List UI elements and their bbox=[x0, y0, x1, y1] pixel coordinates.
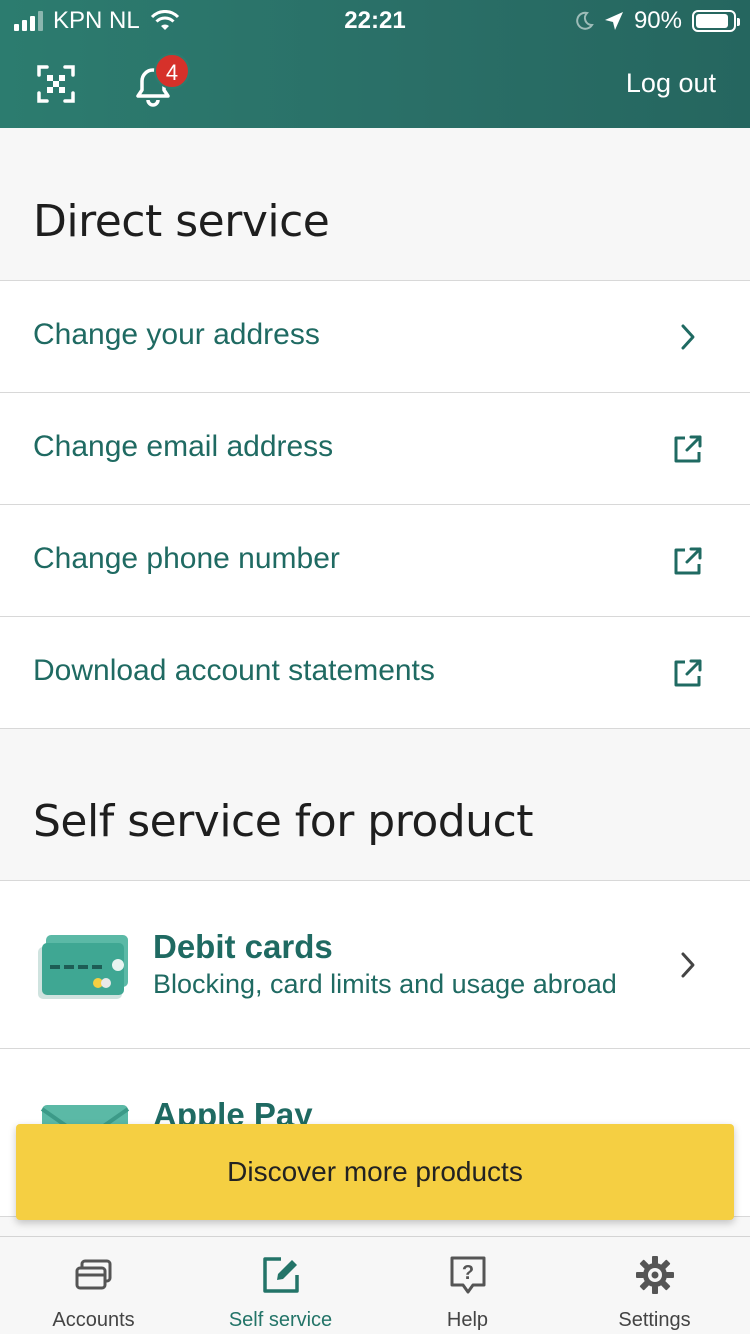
edit-icon bbox=[262, 1257, 299, 1293]
help-icon: ? bbox=[450, 1256, 485, 1294]
tab-label: Accounts bbox=[52, 1309, 135, 1331]
tab-self-service[interactable]: Self service bbox=[187, 1237, 374, 1334]
row-label: Change your address bbox=[33, 318, 320, 351]
battery-icon bbox=[692, 10, 740, 32]
external-link-icon bbox=[674, 547, 702, 575]
tab-bar: Accounts Self service ? Help Settings bbox=[0, 1236, 750, 1334]
tab-label: Self service bbox=[228, 1309, 333, 1331]
row-label: Change phone number bbox=[33, 542, 340, 575]
discover-products-button[interactable]: Discover more products bbox=[16, 1124, 734, 1220]
product-subtitle: Blocking, card limits and usage abroad bbox=[153, 969, 617, 999]
section-title-product-service: Self service for product bbox=[33, 796, 534, 847]
logout-button[interactable]: Log out bbox=[626, 68, 716, 99]
debit-card-icon bbox=[38, 935, 128, 999]
external-link-icon bbox=[674, 659, 702, 687]
tab-label: Help bbox=[446, 1309, 489, 1331]
row-label: Download account statements bbox=[33, 654, 435, 687]
row-label: Change email address bbox=[33, 430, 334, 463]
download-statements-row[interactable]: Download account statements bbox=[0, 617, 750, 729]
app-header: KPN NL 22:21 90% 4 Log out bbox=[0, 0, 750, 128]
section-title-direct-service: Direct service bbox=[33, 196, 330, 247]
tab-label: Settings bbox=[618, 1309, 691, 1331]
tab-settings[interactable]: Settings bbox=[561, 1237, 748, 1334]
change-email-row[interactable]: Change email address bbox=[0, 393, 750, 505]
status-bar: KPN NL 22:21 90% bbox=[0, 0, 750, 40]
moon-icon bbox=[576, 11, 594, 30]
notification-badge: 4 bbox=[154, 53, 190, 89]
cards-icon bbox=[75, 1259, 111, 1290]
tab-help[interactable]: ? Help bbox=[374, 1237, 561, 1334]
external-link-icon bbox=[674, 435, 702, 463]
svg-text:?: ? bbox=[461, 1262, 473, 1284]
gear-icon bbox=[635, 1256, 674, 1294]
chevron-right-icon bbox=[681, 952, 695, 978]
debit-cards-row[interactable]: Debit cards Blocking, card limits and us… bbox=[0, 881, 750, 1049]
tab-accounts[interactable]: Accounts bbox=[0, 1237, 187, 1334]
product-title: Debit cards bbox=[153, 928, 333, 965]
change-phone-row[interactable]: Change phone number bbox=[0, 505, 750, 617]
chevron-right-icon bbox=[681, 324, 695, 350]
location-arrow-icon bbox=[604, 12, 623, 30]
change-address-row[interactable]: Change your address bbox=[0, 281, 750, 393]
battery-percent: 90% bbox=[633, 7, 682, 34]
direct-service-list: Change your address Change email address… bbox=[0, 280, 750, 729]
qr-scan-icon[interactable] bbox=[36, 64, 76, 104]
